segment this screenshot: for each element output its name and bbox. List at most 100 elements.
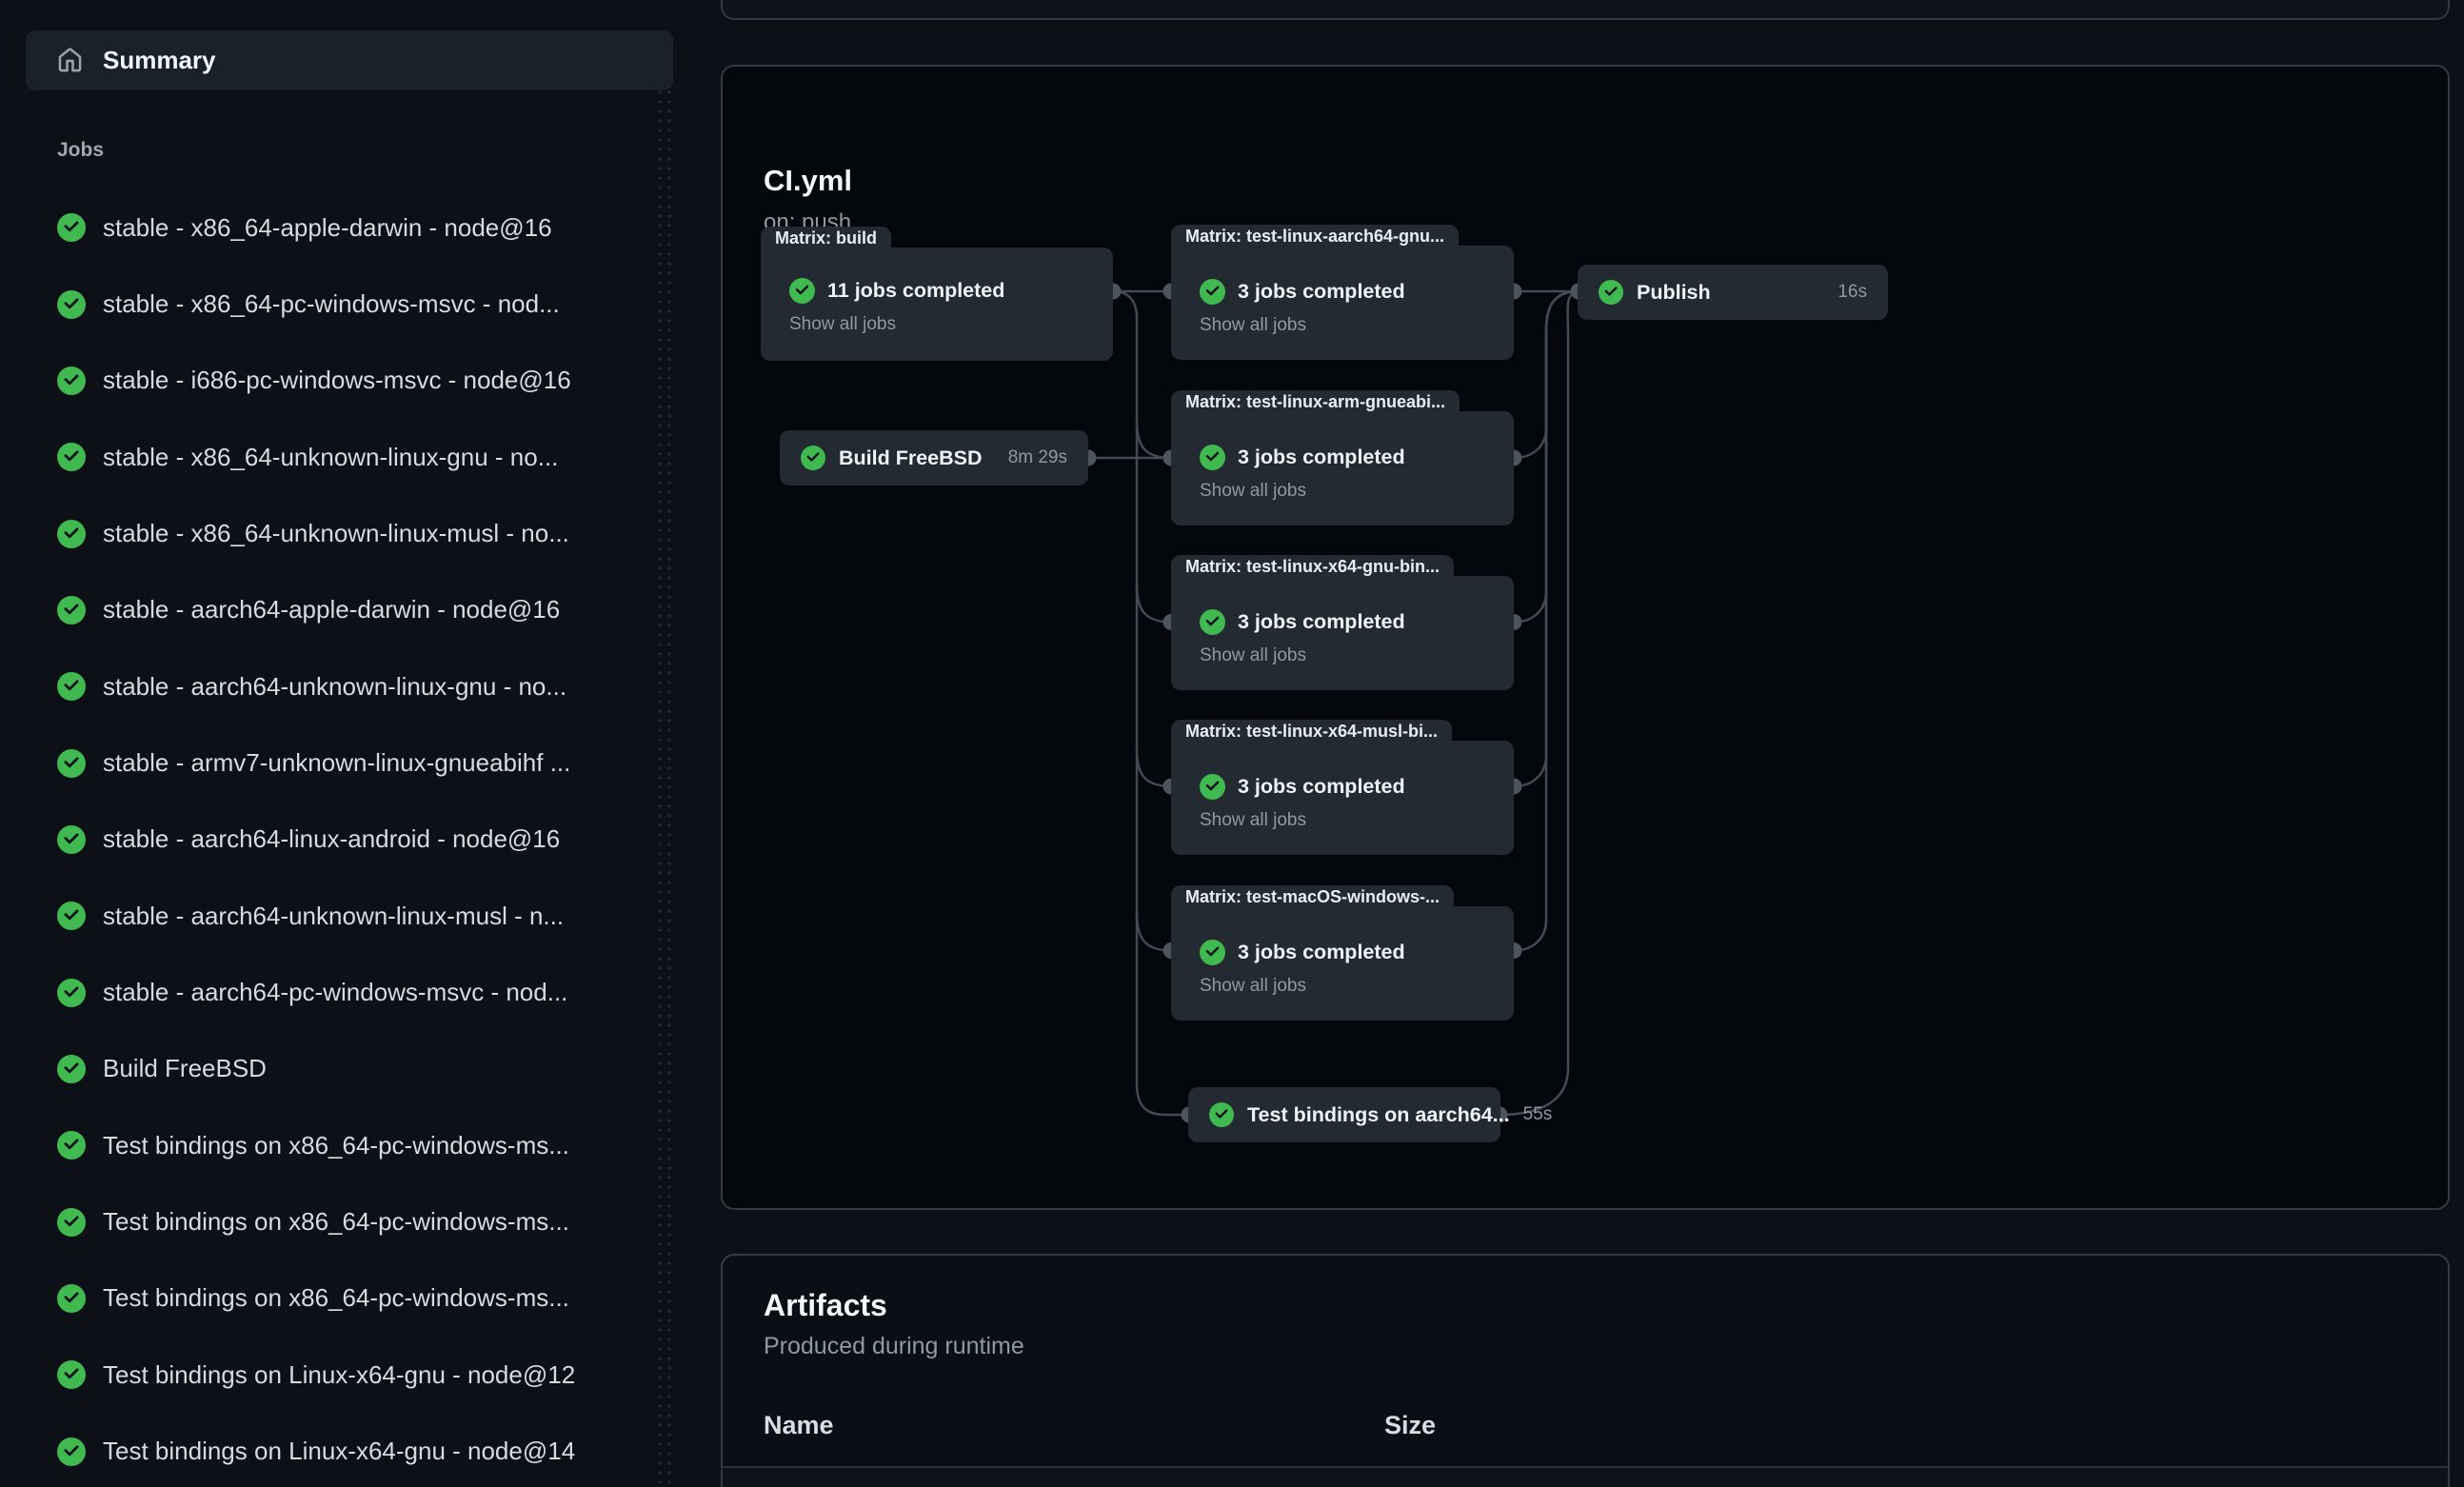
artifacts-first-row [723, 1468, 2448, 1487]
check-circle-icon [57, 979, 86, 1007]
matrix-status: 3 jobs completed [1238, 610, 1405, 634]
sidebar-job-item[interactable]: stable - aarch64-pc-windows-msvc - nod..… [0, 954, 721, 1030]
summary-label: Summary [103, 46, 216, 75]
job-node-label: Publish [1637, 281, 1711, 305]
check-circle-icon [1200, 445, 1225, 470]
check-circle-icon [57, 520, 86, 548]
check-circle-icon [57, 825, 86, 854]
check-circle-icon [57, 1208, 86, 1237]
artifacts-panel: Artifacts Produced during runtime Name S… [721, 1254, 2450, 1487]
sidebar-job-item[interactable]: Test bindings on Linux-x64-gnu - node@12 [0, 1337, 721, 1413]
sidebar-job-item[interactable]: stable - x86_64-unknown-linux-musl - no.… [0, 495, 721, 571]
check-circle-icon [801, 446, 825, 470]
check-circle-icon [57, 1360, 86, 1389]
sidebar-job-item[interactable]: Build FreeBSD [0, 1031, 721, 1107]
check-circle-icon [1200, 774, 1225, 800]
matrix-card[interactable]: 3 jobs completed Show all jobs [1171, 576, 1514, 690]
check-circle-icon [57, 443, 86, 471]
check-circle-icon [1200, 279, 1225, 305]
sidebar-job-item[interactable]: Test bindings on x86_64-pc-windows-ms... [0, 1260, 721, 1337]
job-label: stable - aarch64-unknown-linux-gnu - no.… [103, 672, 566, 702]
job-label: Test bindings on Linux-x64-gnu - node@14 [103, 1437, 575, 1466]
check-circle-icon [57, 1284, 86, 1313]
sidebar: Summary Jobs stable - x86_64-apple-darwi… [0, 0, 721, 1487]
workflow-graph-panel: CI.yml on: push [721, 65, 2450, 1210]
job-node-label: Build FreeBSD [839, 446, 983, 470]
sidebar-job-item[interactable]: stable - aarch64-apple-darwin - node@16 [0, 572, 721, 648]
job-label: stable - aarch64-apple-darwin - node@16 [103, 595, 560, 625]
sidebar-job-item[interactable]: Test bindings on x86_64-pc-windows-ms... [0, 1183, 721, 1259]
matrix-status: 3 jobs completed [1238, 941, 1405, 964]
matrix-status: 3 jobs completed [1238, 446, 1405, 469]
home-icon [57, 48, 83, 73]
show-all-jobs-link[interactable]: Show all jobs [1200, 315, 1306, 336]
check-circle-icon [1599, 280, 1623, 305]
sidebar-job-item[interactable]: stable - aarch64-linux-android - node@16 [0, 802, 721, 878]
job-duration: 55s [1523, 1104, 1553, 1125]
job-node-label: Test bindings on aarch64... [1247, 1103, 1510, 1127]
job-label: Test bindings on Linux-x64-gnu - node@12 [103, 1360, 575, 1390]
sidebar-job-item[interactable]: Test bindings on Linux-x64-gnu - node@14 [0, 1414, 721, 1487]
jobs-list: stable - x86_64-apple-darwin - node@16 s… [0, 189, 721, 1487]
show-all-jobs-link[interactable]: Show all jobs [1200, 976, 1306, 997]
sidebar-job-item[interactable]: stable - i686-pc-windows-msvc - node@16 [0, 343, 721, 419]
sidebar-job-item[interactable]: stable - x86_64-apple-darwin - node@16 [0, 189, 721, 266]
matrix-card[interactable]: 3 jobs completed Show all jobs [1171, 906, 1514, 1021]
check-circle-icon [1200, 609, 1225, 635]
check-circle-icon [57, 213, 86, 242]
matrix-status: 3 jobs completed [1238, 775, 1405, 799]
sidebar-job-item[interactable]: Test bindings on x86_64-pc-windows-ms... [0, 1107, 721, 1183]
check-circle-icon [57, 1131, 86, 1160]
sidebar-job-item[interactable]: stable - aarch64-unknown-linux-gnu - no.… [0, 648, 721, 724]
sidebar-item-summary[interactable]: Summary [26, 30, 673, 90]
check-circle-icon [57, 290, 86, 319]
sidebar-job-item[interactable]: stable - x86_64-unknown-linux-gnu - no..… [0, 419, 721, 495]
job-label: Test bindings on x86_64-pc-windows-ms... [103, 1283, 569, 1313]
test-aarch64-card[interactable]: Test bindings on aarch64... 55s [1188, 1087, 1500, 1142]
matrix-status: 3 jobs completed [1238, 280, 1405, 304]
check-circle-icon [57, 367, 86, 395]
matrix-card[interactable]: 3 jobs completed Show all jobs [1171, 411, 1514, 525]
matrix-card[interactable]: 3 jobs completed Show all jobs [1171, 246, 1514, 360]
show-all-jobs-link[interactable]: Show all jobs [789, 314, 896, 335]
check-circle-icon [789, 278, 815, 304]
job-label: stable - x86_64-apple-darwin - node@16 [103, 213, 552, 243]
show-all-jobs-link[interactable]: Show all jobs [1200, 810, 1306, 831]
show-all-jobs-link[interactable]: Show all jobs [1200, 481, 1306, 502]
check-circle-icon [57, 1437, 86, 1466]
check-circle-icon [1209, 1102, 1234, 1127]
matrix-card-tab[interactable]: Matrix: test-linux-x64-musl-bi... [1171, 720, 1452, 744]
build-status: 11 jobs completed [827, 279, 1004, 303]
jobs-section-header: Jobs [57, 139, 104, 162]
publish-card[interactable]: Publish 16s [1578, 265, 1888, 320]
build-freebsd-card[interactable]: Build FreeBSD 8m 29s [780, 430, 1088, 486]
check-circle-icon [1200, 940, 1225, 965]
job-label: Test bindings on x86_64-pc-windows-ms... [103, 1207, 569, 1237]
matrix-build-card[interactable]: 11 jobs completed Show all jobs [761, 248, 1113, 361]
job-label: stable - aarch64-pc-windows-msvc - nod..… [103, 978, 567, 1007]
matrix-card-tab[interactable]: Matrix: test-linux-x64-gnu-bin... [1171, 555, 1454, 579]
sidebar-job-item[interactable]: stable - x86_64-pc-windows-msvc - nod... [0, 266, 721, 342]
matrix-card-tab[interactable]: Matrix: test-macOS-windows-... [1171, 885, 1454, 909]
job-label: stable - x86_64-unknown-linux-gnu - no..… [103, 443, 558, 472]
check-circle-icon [57, 1055, 86, 1083]
job-label: stable - x86_64-pc-windows-msvc - nod... [103, 289, 560, 319]
matrix-card-tab[interactable]: Matrix: test-linux-aarch64-gnu... [1171, 225, 1459, 248]
previous-panel-bottom-edge [721, 0, 2450, 20]
matrix-build-tab[interactable]: Matrix: build [761, 227, 891, 250]
sidebar-job-item[interactable]: stable - armv7-unknown-linux-gnueabihf .… [0, 724, 721, 801]
matrix-card[interactable]: 3 jobs completed Show all jobs [1171, 741, 1514, 855]
job-label: Test bindings on x86_64-pc-windows-ms... [103, 1131, 569, 1160]
check-circle-icon [57, 749, 86, 778]
sidebar-resize-handle[interactable] [655, 88, 676, 1487]
job-duration: 8m 29s [1008, 447, 1067, 468]
check-circle-icon [57, 672, 86, 701]
sidebar-job-item[interactable]: stable - aarch64-unknown-linux-musl - n.… [0, 878, 721, 954]
show-all-jobs-link[interactable]: Show all jobs [1200, 645, 1306, 666]
artifacts-column-size: Size [1384, 1411, 1436, 1440]
matrix-card-tab[interactable]: Matrix: test-linux-arm-gnueabi... [1171, 390, 1460, 414]
job-label: stable - aarch64-unknown-linux-musl - n.… [103, 902, 564, 931]
workflow-graph-edges [723, 67, 2452, 1212]
artifacts-subtitle: Produced during runtime [764, 1333, 1024, 1360]
job-label: stable - x86_64-unknown-linux-musl - no.… [103, 519, 569, 548]
